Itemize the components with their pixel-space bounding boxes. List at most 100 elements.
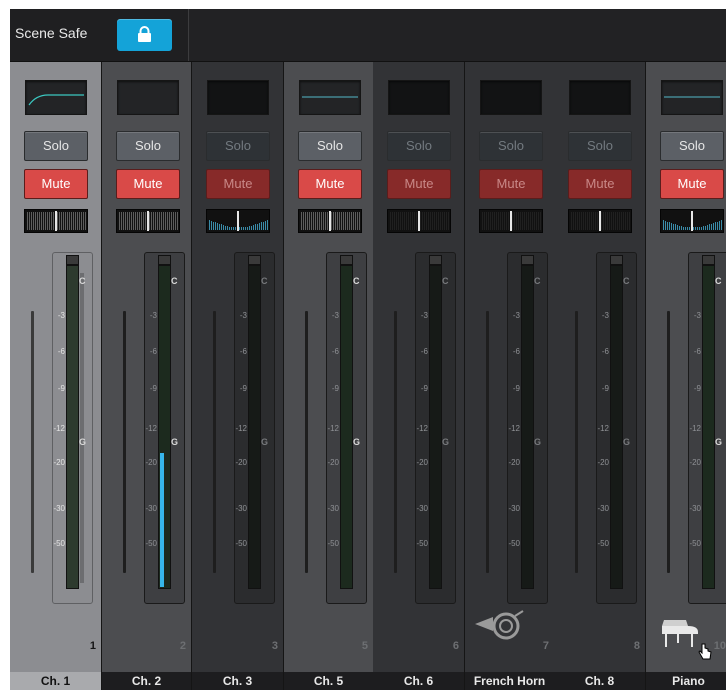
scene-safe-label: Scene Safe [15, 25, 88, 41]
meter-tick: -50 [508, 539, 520, 548]
automation-display[interactable] [661, 80, 723, 115]
meter-tick: -6 [331, 347, 339, 356]
meter-bar [610, 265, 623, 589]
channel-strip[interactable]: Solo Mute C G -3 -6 -9 -12 -20 -30 -50 1 Ch. 1 [10, 62, 102, 690]
clip-label: C [79, 276, 86, 286]
channel-name[interactable]: Ch. 6 [373, 672, 464, 690]
channel-name[interactable]: Ch. 1 [10, 672, 101, 690]
meter-tick: -3 [149, 311, 157, 320]
meter-tick: -30 [689, 504, 701, 513]
mute-button[interactable]: Mute [206, 169, 270, 199]
channel-name[interactable]: Ch. 8 [554, 672, 645, 690]
level-meter: C G -3 -6 -9 -12 -20 -30 -50 [144, 252, 185, 604]
meter-tick: -20 [235, 458, 247, 467]
scene-safe-panel: Scene Safe [10, 9, 189, 61]
clip-label: C [442, 276, 449, 286]
clip-indicator [521, 255, 534, 265]
solo-button[interactable]: Solo [298, 131, 362, 161]
meter-tick: -50 [689, 539, 701, 548]
pan-control[interactable] [568, 209, 632, 233]
volume-fader[interactable] [575, 311, 578, 573]
pan-control[interactable] [298, 209, 362, 233]
pan-control[interactable] [660, 209, 724, 233]
solo-button[interactable]: Solo [387, 131, 451, 161]
mute-button[interactable]: Mute [660, 169, 724, 199]
solo-button[interactable]: Solo [206, 131, 270, 161]
mute-button[interactable]: Mute [479, 169, 543, 199]
pan-control[interactable] [116, 209, 180, 233]
automation-display[interactable] [299, 80, 361, 115]
solo-button[interactable]: Solo [24, 131, 88, 161]
channel-strip[interactable]: Solo Mute C G -3 -6 -9 -12 -20 -30 -50 10 Piano [646, 62, 726, 690]
mute-button[interactable]: Mute [116, 169, 180, 199]
volume-fader[interactable] [486, 311, 489, 573]
automation-display[interactable] [569, 80, 631, 115]
clip-indicator [702, 255, 715, 265]
meter-tick: -50 [597, 539, 609, 548]
channel-name[interactable]: French Horn [465, 672, 554, 690]
meter-tick: -12 [235, 424, 247, 433]
gain-label: G [261, 437, 269, 447]
mute-button[interactable]: Mute [387, 169, 451, 199]
hand-cursor-icon [698, 643, 712, 661]
meter-tick: -12 [689, 424, 701, 433]
solo-button[interactable]: Solo [116, 131, 180, 161]
meter-tick: -12 [508, 424, 520, 433]
channel-strips: Solo Mute C G -3 -6 -9 -12 -20 -30 -50 1 Ch. 1 Solo Mu… [10, 62, 726, 690]
volume-fader[interactable] [667, 311, 670, 573]
pan-control[interactable] [206, 209, 270, 233]
meter-tick: -12 [53, 424, 65, 433]
channel-strip[interactable]: Solo Mute C G -3 -6 -9 -12 -20 -30 -50 5 Ch. 5 [284, 62, 374, 690]
meter-tick: -3 [420, 311, 428, 320]
automation-display[interactable] [388, 80, 450, 115]
meter-tick: -9 [420, 384, 428, 393]
meter-tick: -9 [239, 384, 247, 393]
solo-button[interactable]: Solo [479, 131, 543, 161]
channel-strip[interactable]: Solo Mute C G -3 -6 -9 -12 -20 -30 -50 2 Ch. 2 [102, 62, 192, 690]
automation-display[interactable] [117, 80, 179, 115]
channel-strip[interactable]: Solo Mute C G -3 -6 -9 -12 -20 -30 -50 7 French Horn [465, 62, 555, 690]
meter-tick: -3 [601, 311, 609, 320]
level-meter: C G -3 -6 -9 -12 -20 -30 -50 [507, 252, 548, 604]
pan-control[interactable] [479, 209, 543, 233]
channel-name[interactable]: Piano [646, 672, 726, 690]
mute-button[interactable]: Mute [568, 169, 632, 199]
clip-indicator [340, 255, 353, 265]
channel-name[interactable]: Ch. 2 [102, 672, 191, 690]
channel-strip[interactable]: Solo Mute C G -3 -6 -9 -12 -20 -30 -50 3 Ch. 3 [192, 62, 284, 690]
channel-name[interactable]: Ch. 5 [284, 672, 373, 690]
clip-indicator [610, 255, 623, 265]
volume-fader[interactable] [394, 311, 397, 573]
volume-fader[interactable] [305, 311, 308, 573]
solo-button[interactable]: Solo [568, 131, 632, 161]
meter-tick: -3 [239, 311, 247, 320]
meter-tick: -9 [149, 384, 157, 393]
meter-tick: -6 [57, 347, 65, 356]
automation-display[interactable] [480, 80, 542, 115]
channel-strip[interactable]: Solo Mute C G -3 -6 -9 -12 -20 -30 -50 8 Ch. 8 [554, 62, 646, 690]
meter-tick: -50 [53, 539, 65, 548]
gain-label: G [534, 437, 542, 447]
volume-fader[interactable] [123, 311, 126, 573]
channel-name[interactable]: Ch. 3 [192, 672, 283, 690]
pan-control[interactable] [387, 209, 451, 233]
pan-control[interactable] [24, 209, 88, 233]
solo-button[interactable]: Solo [660, 131, 724, 161]
mute-button[interactable]: Mute [298, 169, 362, 199]
scene-safe-lock-button[interactable] [117, 19, 172, 51]
meter-tick: -30 [416, 504, 428, 513]
volume-fader[interactable] [31, 311, 34, 573]
meter-tick: -3 [693, 311, 701, 320]
clip-indicator [158, 255, 171, 265]
automation-display[interactable] [25, 80, 87, 115]
channel-strip[interactable]: Solo Mute C G -3 -6 -9 -12 -20 -30 -50 6 Ch. 6 [373, 62, 465, 690]
meter-tick: -50 [416, 539, 428, 548]
clip-indicator [429, 255, 442, 265]
mute-button[interactable]: Mute [24, 169, 88, 199]
pan-indicator [27, 211, 86, 231]
level-meter: C G -3 -6 -9 -12 -20 -30 -50 [688, 252, 726, 604]
volume-fader[interactable] [213, 311, 216, 573]
level-meter: C G -3 -6 -9 -12 -20 -30 -50 [52, 252, 93, 604]
clip-indicator [248, 255, 261, 265]
automation-display[interactable] [207, 80, 269, 115]
